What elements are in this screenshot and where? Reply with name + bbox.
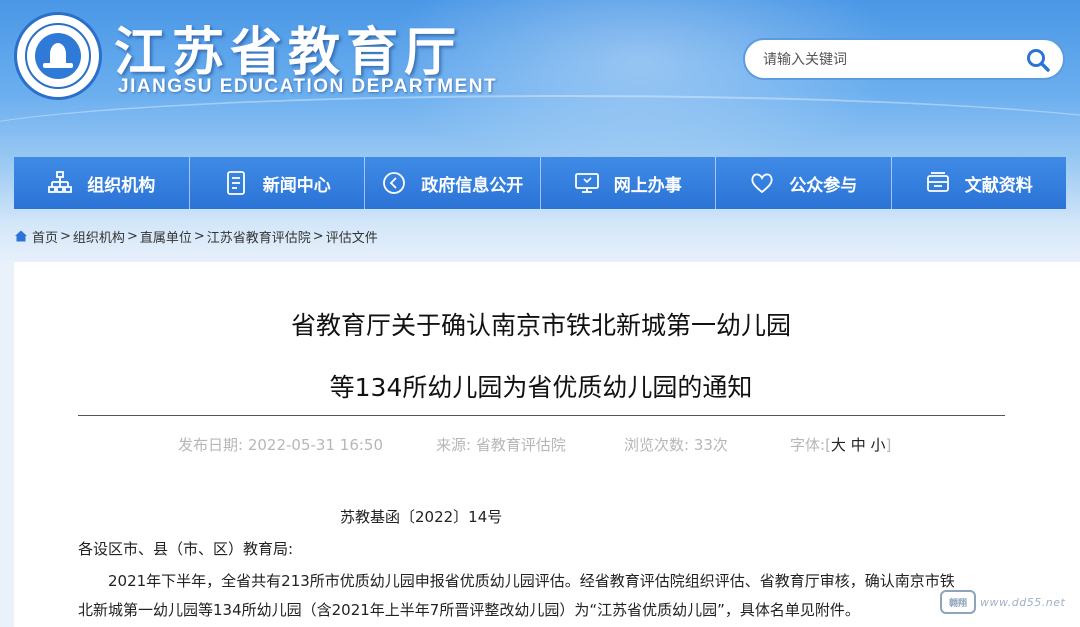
monitor-icon: [574, 173, 599, 193]
font-size-medium[interactable]: 中: [851, 436, 866, 454]
nav-label-online-service: 网上办事: [613, 175, 682, 196]
watermark-badge: 翱翔: [940, 590, 976, 614]
nav-label-organization: 组织机构: [87, 175, 156, 196]
search-icon[interactable]: [1025, 47, 1051, 73]
nav-item-literature[interactable]: 文献资料: [891, 157, 1066, 209]
heart-icon: [751, 173, 773, 194]
nav-label-public-participation: 公众参与: [789, 175, 858, 196]
nav-label-literature: 文献资料: [964, 175, 1033, 196]
site-logo[interactable]: [14, 12, 102, 100]
search-box: [743, 38, 1065, 80]
nav-item-online-service[interactable]: 网上办事: [540, 157, 716, 209]
font-size-control: 字体:[大 中 小]: [790, 434, 891, 455]
view-count: 浏览次数: 33次: [624, 434, 728, 455]
breadcrumb-separator: >: [312, 228, 324, 244]
home-icon: [15, 230, 27, 242]
breadcrumb-separator: >: [126, 228, 138, 244]
breadcrumb-separator: >: [193, 228, 205, 244]
font-size-large[interactable]: 大: [831, 436, 846, 454]
org-chart-icon: [48, 171, 73, 193]
views-value: 33次: [693, 436, 728, 454]
site-title: 江苏省教育厅: [114, 23, 463, 83]
logo-emblem-icon: [35, 33, 81, 79]
article-source: 来源: 省教育评估院: [436, 434, 566, 455]
nav-label-info-disclosure: 政府信息公开: [421, 175, 524, 196]
bracket-close: ]: [885, 436, 892, 454]
nav-item-info-disclosure[interactable]: 政府信息公开: [365, 157, 541, 209]
breadcrumb-organization[interactable]: 组织机构: [73, 227, 125, 246]
article-paragraph: 2021年下半年，全省共有213所市优质幼儿园申报省优质幼儿园评估。经省教育评估…: [78, 567, 1018, 625]
paragraph-line1: 2021年下半年，全省共有213所市优质幼儿园申报省优质幼儿园评估。经省教育评估…: [108, 572, 955, 590]
nav-item-organization[interactable]: 组织机构: [14, 157, 190, 209]
archive-icon: [926, 172, 949, 192]
source-value: 省教育评估院: [475, 436, 566, 454]
watermark-text: www.dd55.net: [980, 595, 1066, 609]
breadcrumb-evaluation-institute[interactable]: 江苏省教育评估院: [207, 227, 311, 246]
nav-item-news[interactable]: 新闻中心: [189, 157, 365, 209]
font-size-small[interactable]: 小: [871, 436, 886, 454]
font-size-label: 字体:: [790, 436, 826, 454]
breadcrumb-home[interactable]: 首页: [32, 227, 58, 246]
site-watermark: 翱翔 www.dd55.net: [940, 584, 1080, 620]
publish-date: 发布日期: 2022-05-31 16:50: [178, 434, 383, 455]
breadcrumb-separator: >: [60, 228, 71, 244]
search-input[interactable]: [763, 49, 1013, 71]
info-disclosure-icon: [383, 172, 406, 194]
news-document-icon: [226, 171, 245, 195]
views-label: 浏览次数:: [624, 436, 690, 454]
paragraph-line2: 北新城第一幼儿园等134所幼儿园（含2021年上半年7所晋评整改幼儿园）为“江苏…: [78, 601, 860, 619]
salutation: 各设区市、县（市、区）教育局:: [78, 540, 294, 558]
source-label: 来源:: [436, 436, 472, 454]
site-subtitle: JIANGSU EDUCATION DEPARTMENT: [118, 76, 498, 97]
breadcrumb: 首页 > 组织机构 > 直属单位 > 江苏省教育评估院 > 评估文件: [14, 226, 378, 246]
article-title-line2: 等134所幼儿园为省优质幼儿园的通知: [329, 373, 753, 402]
breadcrumb-evaluation-docs[interactable]: 评估文件: [326, 227, 378, 246]
nav-item-public-participation[interactable]: 公众参与: [716, 157, 892, 209]
breadcrumb-direct-units[interactable]: 直属单位: [140, 227, 192, 246]
title-divider: [78, 415, 1005, 416]
document-number: 苏教基函〔2022〕14号: [340, 508, 503, 526]
publish-date-label: 发布日期:: [178, 436, 244, 454]
publish-date-value: 2022-05-31 16:50: [247, 436, 384, 454]
main-nav: 组织机构 新闻中心 政府信息公开 网上办事 公众参与 文献资料: [14, 157, 1066, 209]
nav-label-news: 新闻中心: [262, 175, 331, 196]
article-title-line1: 省教育厅关于确认南京市铁北新城第一幼儿园: [290, 311, 791, 340]
article-panel: 省教育厅关于确认南京市铁北新城第一幼儿园 等134所幼儿园为省优质幼儿园的通知 …: [14, 262, 1080, 627]
